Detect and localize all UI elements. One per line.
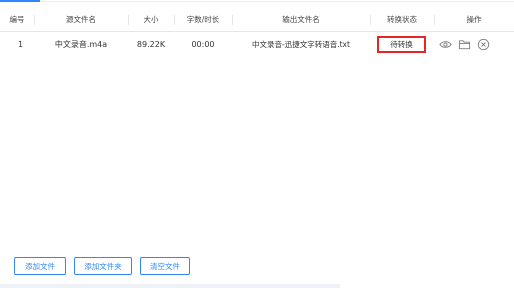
row-duration: 00:00 [191,40,215,49]
header-size: 大小 [143,15,159,24]
bottom-toolbar: 添加文件 添加文件夹 清空文件 [0,257,514,277]
converter-panel: 编号 源文件名 大小 字数/时长 输出文件名 转换状态 操作 1 中文录音.m4… [0,0,514,288]
add-file-button[interactable]: 添加文件 [14,257,66,275]
add-folder-button[interactable]: 添加文件夹 [74,257,132,275]
status-badge: 待转换 [377,36,426,53]
header-actions: 操作 [466,15,482,24]
row-source-name: 中文录音.m4a [54,40,108,49]
footer-divider [0,284,340,288]
eye-icon[interactable] [439,38,452,51]
clear-files-button[interactable]: 清空文件 [140,257,190,275]
tab-indicator [0,0,514,2]
close-circle-icon[interactable] [477,38,490,51]
file-table: 编号 源文件名 大小 字数/时长 输出文件名 转换状态 操作 1 中文录音.m4… [0,9,514,58]
folder-icon[interactable] [458,38,471,51]
status-text: 待转换 [390,40,413,49]
header-source-name: 源文件名 [66,15,96,24]
header-output-name: 输出文件名 [282,15,320,24]
header-index: 编号 [9,15,25,24]
table-header: 编号 源文件名 大小 字数/时长 输出文件名 转换状态 操作 [0,9,514,32]
header-duration: 字数/时长 [186,15,220,24]
header-status: 转换状态 [387,15,417,24]
row-output-name: 中文录音-迅捷文字转语音.txt [252,40,350,49]
row-index: 1 [18,40,24,49]
row-size: 89.22K [136,40,166,49]
table-row[interactable]: 1 中文录音.m4a 89.22K 00:00 中文录音-迅捷文字转语音.txt… [0,32,514,58]
